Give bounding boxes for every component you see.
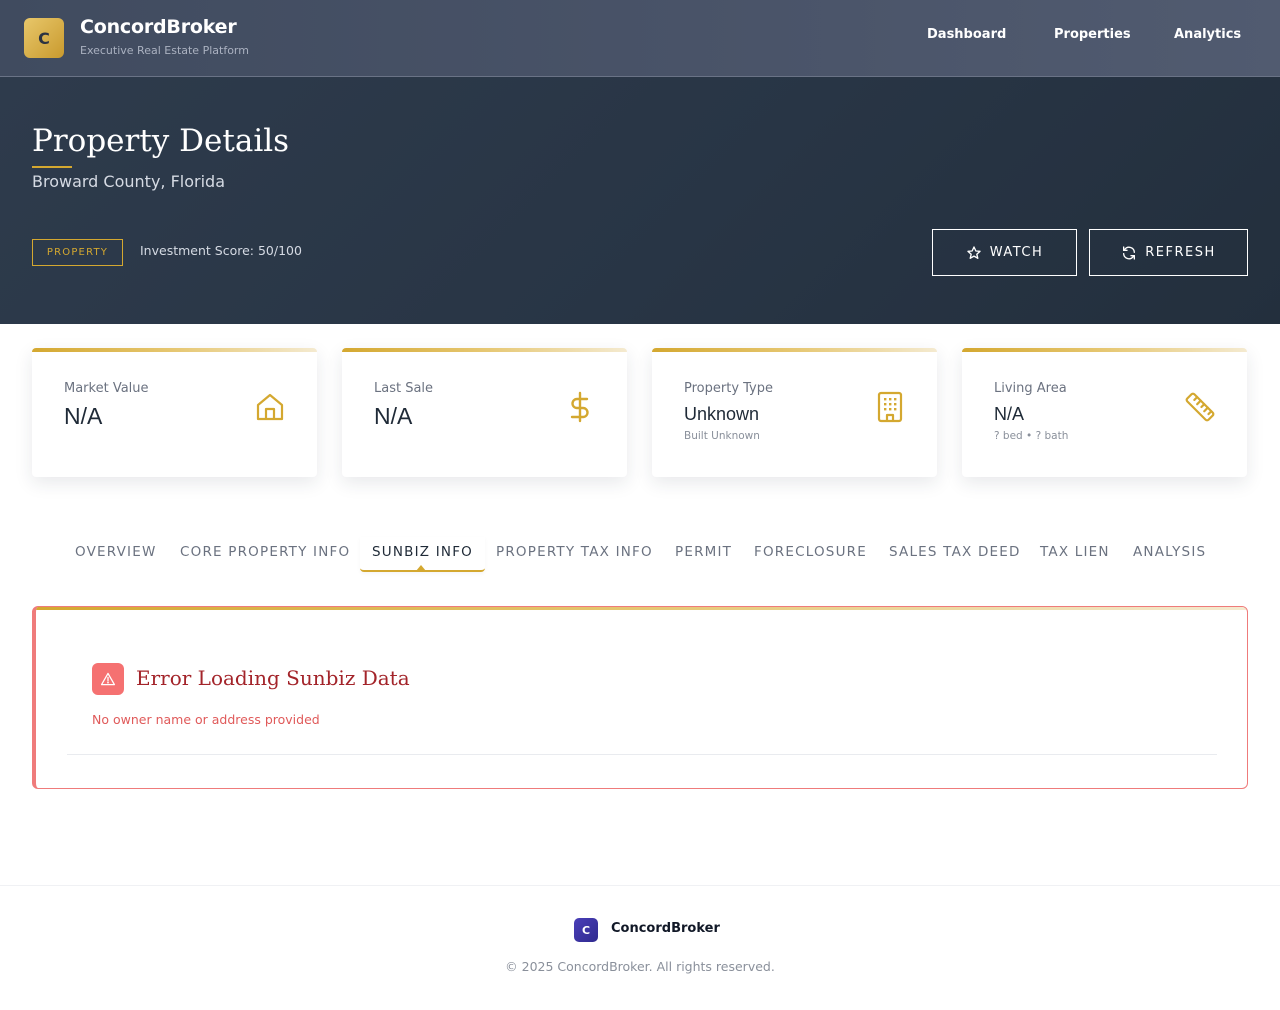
card-note: Built Unknown xyxy=(684,430,760,442)
card-label: Last Sale xyxy=(374,381,434,396)
tab-permit[interactable]: PERMIT xyxy=(675,544,732,560)
tab-sales-tax-deed[interactable]: SALES TAX DEED xyxy=(889,544,1021,560)
last-sale-card: Last Sale N/A xyxy=(342,348,627,477)
refresh-icon xyxy=(1121,245,1137,261)
card-accent-bar xyxy=(32,348,317,352)
footer-copyright: © 2025 ConcordBroker. All rights reserve… xyxy=(505,959,775,974)
tab-sunbiz-info[interactable]: SUNBIZ INFO xyxy=(372,544,473,560)
nav-link-analytics[interactable]: Analytics xyxy=(1174,27,1241,42)
warning-icon xyxy=(92,663,124,695)
active-tab-caret xyxy=(416,565,426,571)
title-underline xyxy=(32,166,72,168)
card-value: Unknown xyxy=(684,404,760,424)
error-panel: Error Loading Sunbiz Data No owner name … xyxy=(32,606,1248,789)
card-value: N/A xyxy=(994,404,1025,424)
brand-logo[interactable]: C xyxy=(24,18,64,58)
divider xyxy=(67,754,1217,755)
property-badge: PROPERTY xyxy=(32,239,123,266)
refresh-button[interactable]: REFRESH xyxy=(1089,229,1248,276)
nav-link-properties[interactable]: Properties xyxy=(1054,27,1131,42)
market-value-card: Market Value N/A xyxy=(32,348,317,477)
brand-tagline: Executive Real Estate Platform xyxy=(80,44,249,57)
building-icon xyxy=(873,390,907,424)
star-icon xyxy=(966,245,982,261)
page-subtitle: Broward County, Florida xyxy=(32,172,225,191)
card-note: ? bed • ? bath xyxy=(994,430,1069,442)
card-label: Market Value xyxy=(64,381,149,396)
footer-divider xyxy=(0,885,1280,886)
tab-overview[interactable]: OVERVIEW xyxy=(75,544,157,560)
error-panel-accent xyxy=(36,607,1247,610)
error-message: No owner name or address provided xyxy=(92,712,320,727)
card-label: Living Area xyxy=(994,381,1067,396)
top-nav: C ConcordBroker Executive Real Estate Pl… xyxy=(0,0,1280,77)
card-label: Property Type xyxy=(684,381,774,396)
tab-tax-lien[interactable]: TAX LIEN xyxy=(1040,544,1110,560)
footer-brand-name: ConcordBroker xyxy=(611,921,720,936)
ruler-icon xyxy=(1183,390,1217,424)
watch-label: WATCH xyxy=(989,245,1044,260)
card-value: N/A xyxy=(374,403,413,429)
page-title: Property Details xyxy=(32,123,290,159)
card-accent-bar xyxy=(652,348,937,352)
nav-link-dashboard[interactable]: Dashboard xyxy=(927,27,1006,42)
investment-score: Investment Score: 50/100 xyxy=(140,243,302,258)
footer-logo[interactable]: C xyxy=(574,918,598,942)
card-value: N/A xyxy=(64,403,103,429)
refresh-label: REFRESH xyxy=(1145,245,1216,260)
living-area-card: Living Area N/A ? bed • ? bath xyxy=(962,348,1247,477)
tab-property-tax-info[interactable]: PROPERTY TAX INFO xyxy=(496,544,653,560)
tab-analysis[interactable]: ANALYSIS xyxy=(1133,544,1206,560)
home-icon xyxy=(253,390,287,424)
property-type-card: Property Type Unknown Built Unknown xyxy=(652,348,937,477)
brand-name[interactable]: ConcordBroker xyxy=(80,16,237,38)
card-accent-bar xyxy=(342,348,627,352)
error-title: Error Loading Sunbiz Data xyxy=(136,666,410,690)
hero-banner: Property Details Broward County, Florida… xyxy=(0,77,1280,324)
dollar-icon xyxy=(563,390,597,424)
tab-foreclosure[interactable]: FORECLOSURE xyxy=(754,544,867,560)
watch-button[interactable]: WATCH xyxy=(932,229,1077,276)
tab-core-property-info[interactable]: CORE PROPERTY INFO xyxy=(180,544,350,560)
card-accent-bar xyxy=(962,348,1247,352)
